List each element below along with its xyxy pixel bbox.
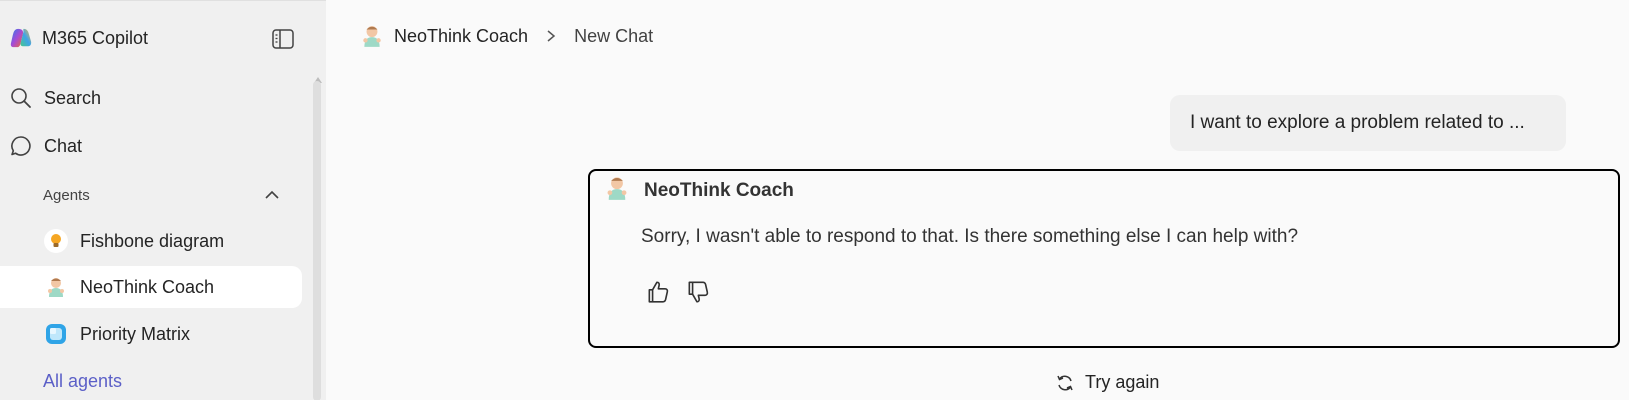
lightbulb-icon [44, 229, 68, 253]
nav-search-label: Search [44, 87, 102, 108]
sidebar-item-priority-matrix[interactable]: Priority Matrix [0, 313, 302, 355]
matrix-app-icon [44, 322, 68, 346]
baby-avatar-icon [604, 175, 630, 206]
agent-label: Priority Matrix [80, 323, 191, 344]
try-again-label: Try again [1085, 372, 1160, 392]
sidebar-item-neothink-coach[interactable]: NeoThink Coach [0, 266, 302, 308]
all-agents-link[interactable]: All agents [43, 371, 122, 392]
nav-chat[interactable]: Chat [10, 135, 82, 157]
breadcrumb-agent[interactable]: NeoThink Coach [394, 26, 528, 47]
breadcrumb: NeoThink Coach New Chat [360, 24, 653, 48]
try-again-button[interactable]: Try again [1055, 372, 1159, 393]
sidebar-item-fishbone-diagram[interactable]: Fishbone diagram [0, 220, 302, 262]
agent-label: Fishbone diagram [80, 230, 225, 251]
copilot-logo-icon [10, 28, 32, 48]
user-message-bubble: I want to explore a problem related to .… [1170, 95, 1566, 151]
bot-name: NeoThink Coach [644, 179, 794, 201]
baby-avatar-icon [360, 24, 384, 48]
baby-avatar-icon [44, 275, 68, 299]
refresh-icon [1057, 375, 1073, 390]
search-icon [11, 88, 31, 108]
chevron-right-icon [547, 30, 556, 42]
sidebar: M365 Copilot Search Chat Agents Fishbone [0, 0, 326, 400]
thumbs-up-icon[interactable] [645, 279, 671, 305]
agent-label: NeoThink Coach [80, 276, 215, 297]
brand[interactable]: M365 Copilot [10, 27, 148, 49]
bot-response-card: NeoThink Coach Sorry, I wasn't able to r… [588, 169, 1620, 348]
bot-header: NeoThink Coach [604, 175, 794, 206]
thumbs-down-icon[interactable] [685, 279, 711, 305]
breadcrumb-current: New Chat [574, 25, 654, 46]
nav-chat-label: Chat [44, 135, 83, 156]
agents-section-header: Agents [43, 187, 90, 204]
sidebar-scrollbar[interactable] [313, 81, 321, 400]
chat-bubble-icon [11, 136, 31, 156]
sidebar-toggle-icon[interactable] [272, 29, 294, 49]
user-message-text: I want to explore a problem related to .… [1190, 112, 1525, 133]
nav-search[interactable]: Search [10, 87, 101, 109]
app-name: M365 Copilot [42, 27, 149, 48]
chevron-up-icon[interactable] [264, 189, 280, 201]
bot-message-text: Sorry, I wasn't able to respond to that.… [641, 226, 1299, 247]
